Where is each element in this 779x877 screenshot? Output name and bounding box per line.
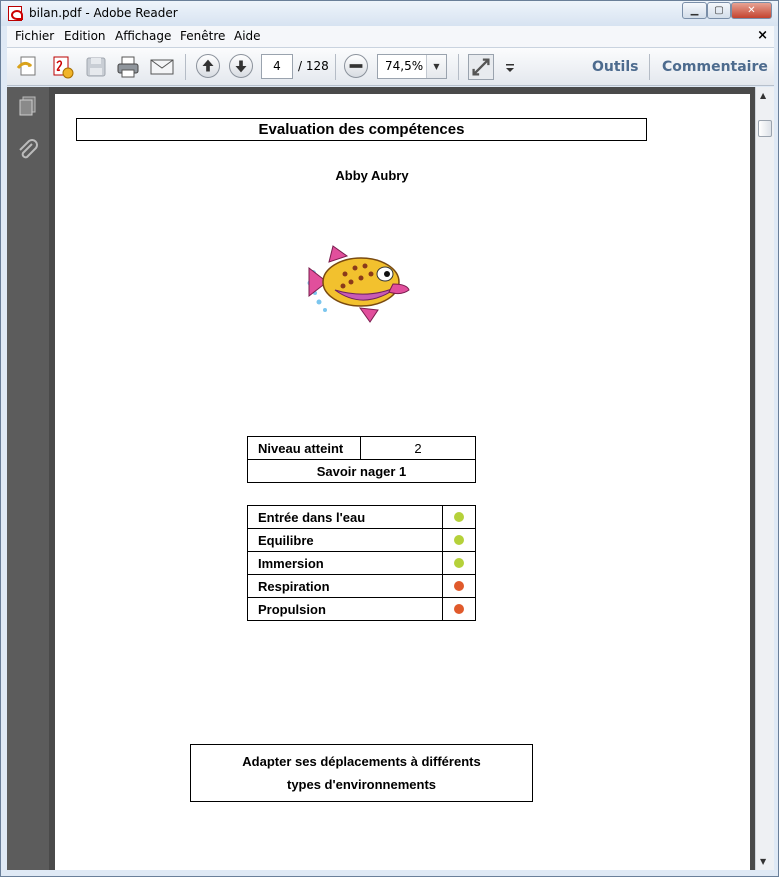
document-title: Evaluation des compétences: [76, 118, 647, 141]
toolbar: 4 / 128 74,5% ▼ Outils Commentaire: [7, 48, 774, 86]
toolbar-separator: [185, 54, 186, 80]
table-row: Entrée dans l'eau: [247, 505, 476, 529]
page-number-input[interactable]: 4: [261, 54, 293, 79]
fullscreen-icon[interactable]: [468, 54, 494, 80]
menu-edition[interactable]: Edition: [64, 29, 106, 43]
fish-illustration: [307, 245, 410, 323]
table-row: Savoir nager 1: [247, 459, 476, 483]
table-row: Propulsion: [247, 597, 476, 621]
toolbar-separator: [649, 54, 650, 80]
title-bar[interactable]: bilan.pdf - Adobe Reader ▁ ▢ ✕: [1, 1, 778, 26]
level-name: Savoir nager 1: [247, 459, 476, 483]
close-window-button[interactable]: ✕: [731, 2, 772, 19]
status-dot-icon: [454, 557, 464, 568]
tools-button[interactable]: Outils: [592, 59, 639, 75]
window-bottom-border: [7, 870, 774, 876]
close-document-icon[interactable]: ×: [757, 28, 768, 43]
table-row: Equilibre: [247, 528, 476, 552]
status-dot-icon: [454, 534, 464, 545]
level-label: Niveau atteint: [247, 436, 361, 460]
menu-fichier[interactable]: Fichier: [15, 29, 54, 43]
print-icon[interactable]: [115, 54, 141, 80]
scroll-thumb[interactable]: [758, 120, 772, 137]
menu-bar: Fichier Edition Affichage Fenêtre Aide ×: [7, 26, 774, 48]
review-icon[interactable]: [49, 54, 75, 80]
skill-status-cell: [442, 574, 476, 598]
skill-name: Immersion: [247, 551, 443, 575]
objective-line: types d'environnements: [286, 777, 437, 792]
email-icon[interactable]: [149, 54, 175, 80]
zoom-select[interactable]: 74,5% ▼: [377, 54, 447, 79]
toolbar-separator: [458, 54, 459, 80]
status-dot-icon: [454, 511, 464, 522]
objective-box: Adapter ses déplacements à différents ty…: [190, 744, 533, 802]
scroll-down-icon[interactable]: ▼: [760, 857, 766, 866]
skill-status-cell: [442, 528, 476, 552]
student-name: Abby Aubry: [335, 168, 409, 183]
chevron-down-icon[interactable]: ▼: [426, 55, 446, 78]
skill-name: Propulsion: [247, 597, 443, 621]
create-pdf-icon[interactable]: [15, 54, 41, 80]
skill-status-cell: [442, 505, 476, 529]
skills-table: Entrée dans l'eau Equilibre Immersion Respi…: [247, 505, 476, 621]
save-icon[interactable]: [83, 54, 109, 80]
level-value: 2: [360, 436, 476, 460]
skill-status-cell: [442, 597, 476, 621]
table-row: Immersion: [247, 551, 476, 575]
skill-name: Equilibre: [247, 528, 443, 552]
document-viewport[interactable]: Evaluation des compétences Abby Aubry Ni…: [49, 87, 758, 870]
pdf-page: Evaluation des compétences Abby Aubry Ni…: [55, 94, 750, 870]
menu-affichage[interactable]: Affichage: [115, 29, 171, 43]
objective-line: Adapter ses déplacements à différents: [242, 754, 481, 769]
app-window: bilan.pdf - Adobe Reader ▁ ▢ ✕ Fichier E…: [0, 0, 779, 877]
status-dot-icon: [454, 580, 464, 591]
next-page-icon[interactable]: [229, 54, 253, 78]
table-row: Respiration: [247, 574, 476, 598]
skill-status-cell: [442, 551, 476, 575]
table-row: Niveau atteint 2: [247, 436, 476, 460]
status-dot-icon: [454, 603, 464, 614]
attachment-icon[interactable]: [17, 139, 39, 161]
zoom-out-icon[interactable]: [344, 54, 368, 78]
window-title: bilan.pdf - Adobe Reader: [29, 6, 178, 20]
scroll-up-icon[interactable]: ▲: [760, 91, 766, 100]
menu-fenetre[interactable]: Fenêtre: [180, 29, 225, 43]
menu-aide[interactable]: Aide: [234, 29, 261, 43]
zoom-value: 74,5%: [385, 59, 424, 73]
vertical-scrollbar[interactable]: ▲ ▼: [755, 87, 774, 870]
prev-page-icon[interactable]: [196, 54, 220, 78]
minimize-button[interactable]: ▁: [682, 2, 707, 19]
comment-button[interactable]: Commentaire: [662, 59, 768, 75]
more-icon[interactable]: [503, 54, 517, 80]
page-total: / 128: [298, 59, 329, 73]
level-table: Niveau atteint 2 Savoir nager 1: [247, 436, 476, 483]
pages-icon[interactable]: [17, 95, 39, 117]
navigation-panel: [7, 87, 49, 870]
skill-name: Respiration: [247, 574, 443, 598]
skill-name: Entrée dans l'eau: [247, 505, 443, 529]
maximize-button[interactable]: ▢: [707, 2, 731, 19]
toolbar-separator: [335, 54, 336, 80]
pdf-app-icon: [8, 6, 23, 21]
